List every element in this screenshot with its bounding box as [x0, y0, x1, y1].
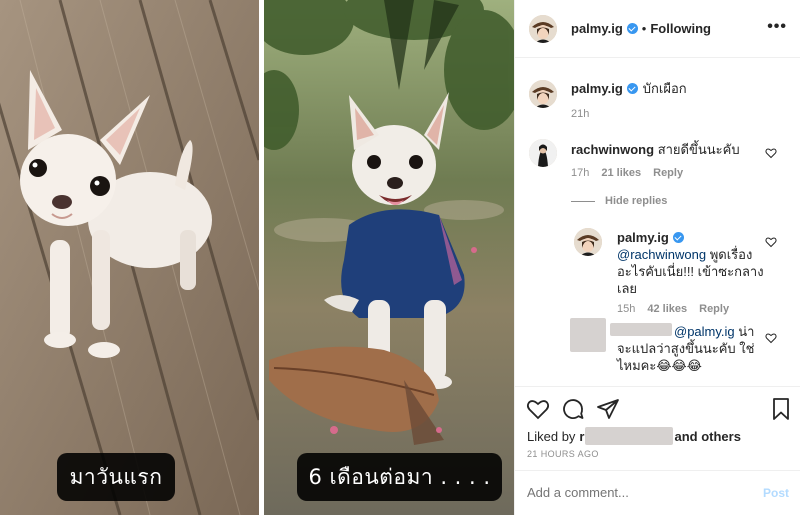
add-comment-bar: Post: [515, 470, 800, 515]
post-caption: palmy.ig บักเผือก: [571, 80, 687, 97]
post-comment-button[interactable]: Post: [763, 486, 789, 500]
comment-username[interactable]: rachwinwong: [571, 142, 654, 157]
caption-author-avatar[interactable]: [529, 80, 557, 108]
reply-username[interactable]: palmy.ig: [617, 229, 669, 246]
header-separator: •: [641, 21, 647, 36]
liked-by-row: Liked by r and others: [527, 427, 741, 445]
reply-body-2: @palmy.ig น่า จะแปลว่าสูงขึ้นนะคับ ใช่ ไ…: [617, 323, 767, 374]
comment-reply-button[interactable]: Reply: [653, 167, 683, 179]
bookmark-icon[interactable]: [769, 397, 793, 421]
replies-divider-line: [571, 201, 595, 202]
action-bar: [515, 386, 800, 432]
add-comment-input[interactable]: [527, 485, 747, 500]
verified-icon: [626, 83, 638, 94]
commenter-avatar[interactable]: [529, 139, 557, 167]
post-side-panel: palmy.ig • Following ••• palmy.ig บักเผื…: [514, 0, 800, 515]
reply-author-avatar[interactable]: [574, 228, 602, 256]
comment-time[interactable]: 17h: [571, 167, 589, 179]
share-icon[interactable]: [596, 397, 620, 421]
comment-meta: 17h 21 likes Reply: [571, 167, 683, 179]
caption-time[interactable]: 21h: [571, 108, 589, 120]
reply2-text-line2: จะแปลว่าสูงขึ้นนะคับ ใช่: [617, 341, 755, 356]
liked-by-user-initial[interactable]: r: [579, 428, 584, 445]
verified-icon: [672, 232, 684, 243]
comment-icon[interactable]: [561, 397, 585, 421]
reply-text-line2: อะไรคับเนี่ย!!! เข้าซะกลาง: [617, 264, 764, 279]
reply-likes[interactable]: 42 likes: [647, 303, 687, 315]
comment-text: สายดีขึ้นนะคับ: [657, 142, 740, 157]
post-header: palmy.ig • Following •••: [515, 0, 800, 58]
liked-by-prefix: Liked by: [527, 428, 576, 444]
following-button[interactable]: Following: [650, 21, 711, 36]
reply-body: palmy.ig @rachwinwong พูดเรื่อง อะไรคับเ…: [617, 229, 767, 297]
reply-mention[interactable]: @rachwinwong: [617, 247, 706, 262]
reply2-like-icon[interactable]: [765, 332, 777, 344]
heart-icon[interactable]: [526, 397, 550, 421]
comment-body: rachwinwong สายดีขึ้นนะคับ: [571, 141, 771, 158]
redacted-liker: [585, 427, 674, 445]
header-username[interactable]: palmy.ig: [571, 21, 623, 36]
reply2-text-line3: ไหมคะ😂😂😂: [617, 358, 702, 373]
reply-text-line1: พูดเรื่อง: [709, 247, 753, 262]
caption-six-months-later: 6 เดือนต่อมา . . . .: [297, 453, 502, 501]
reply-reply-button[interactable]: Reply: [699, 303, 729, 315]
reply2-text-line1: น่า: [738, 324, 755, 339]
caption-day-one: มาวันแรก: [57, 453, 175, 501]
caption-username[interactable]: palmy.ig: [571, 80, 623, 97]
reply-meta: 15h 42 likes Reply: [617, 303, 729, 315]
header-user-info: palmy.ig • Following: [571, 21, 711, 36]
reply-time[interactable]: 15h: [617, 303, 635, 315]
reply2-mention[interactable]: @palmy.ig: [674, 324, 735, 339]
post-photo-collage[interactable]: มาวันแรก 6 เดือนต่อมา . . . .: [0, 0, 514, 515]
photo-dog-six-months: 6 เดือนต่อมา . . . .: [264, 0, 514, 515]
post-timestamp[interactable]: 21 HOURS AGO: [527, 449, 599, 459]
author-avatar[interactable]: [529, 15, 557, 43]
reply-text-line3: เลย: [617, 281, 638, 296]
comment-like-icon[interactable]: [765, 147, 777, 159]
photo-puppy-day-one: มาวันแรก: [0, 0, 259, 515]
caption-text: บักเผือก: [642, 81, 687, 96]
more-icon[interactable]: •••: [767, 18, 787, 36]
hide-replies-button[interactable]: Hide replies: [605, 195, 667, 207]
and-others-link[interactable]: and others: [674, 428, 740, 445]
reply-like-icon[interactable]: [765, 236, 777, 248]
redacted-avatar: [570, 318, 606, 352]
comment-likes[interactable]: 21 likes: [601, 167, 641, 179]
verified-icon: [626, 23, 638, 34]
